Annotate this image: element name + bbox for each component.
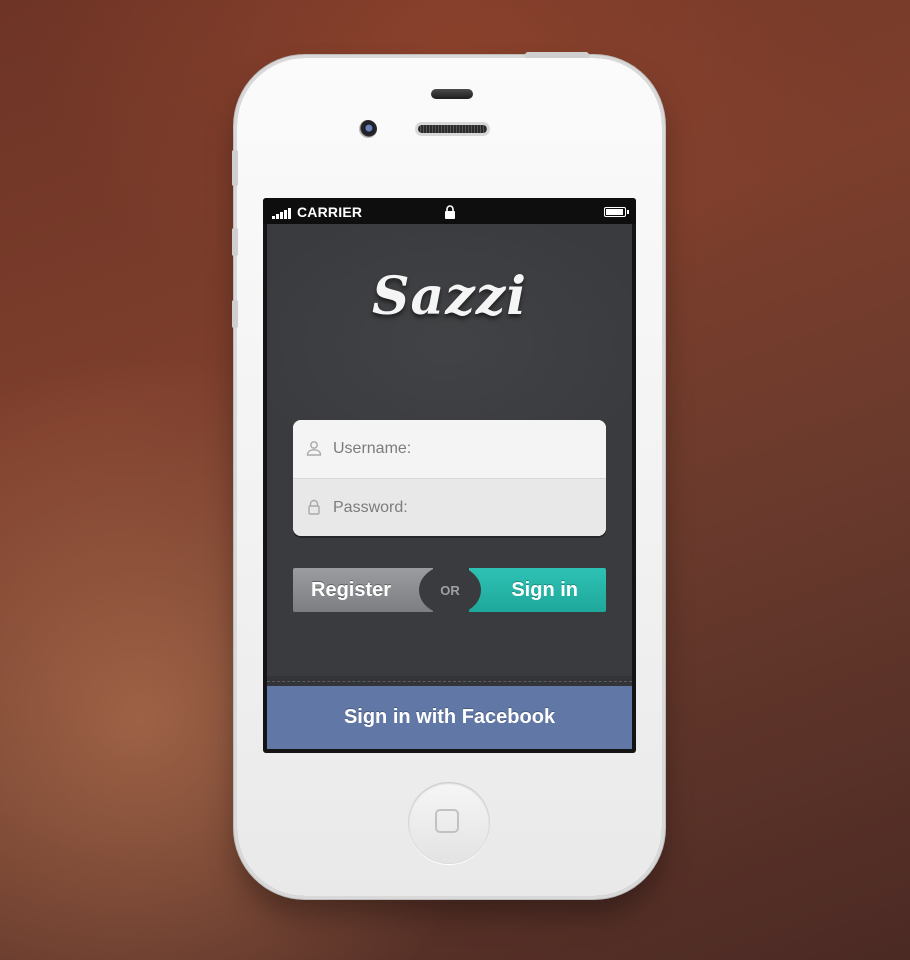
home-button[interactable] [408,782,490,864]
home-square-icon [435,809,459,833]
username-row [293,420,606,478]
lock-icon [445,205,455,219]
login-screen: Sazzi Register Sign in OR [267,224,632,749]
mute-switch [232,150,238,186]
signal-bars-icon [272,207,291,219]
volume-down-button [232,300,238,328]
sign-in-button[interactable]: Sign in [469,568,606,612]
password-row [293,478,606,536]
auth-actions: Register Sign in OR [293,565,606,615]
battery-icon [604,207,629,217]
phone-screen: CARRIER Sazzi Username: Register Sign in… [263,198,636,753]
username-input[interactable] [333,420,593,478]
login-form [293,420,606,536]
earpiece-speaker [415,122,490,136]
register-button[interactable]: Register [293,568,433,612]
front-camera-icon [359,120,377,138]
app-logo: Sazzi [371,266,528,327]
facebook-sign-in-button[interactable]: Sign in with Facebook [267,686,632,749]
power-button [525,52,589,58]
password-input[interactable] [333,479,593,536]
carrier-label: CARRIER [297,204,363,220]
password-lock-icon [308,499,320,515]
or-divider: OR [419,565,481,615]
status-bar: CARRIER [263,198,636,224]
volume-up-button [232,228,238,256]
proximity-sensor [431,89,473,99]
user-icon [306,441,322,456]
